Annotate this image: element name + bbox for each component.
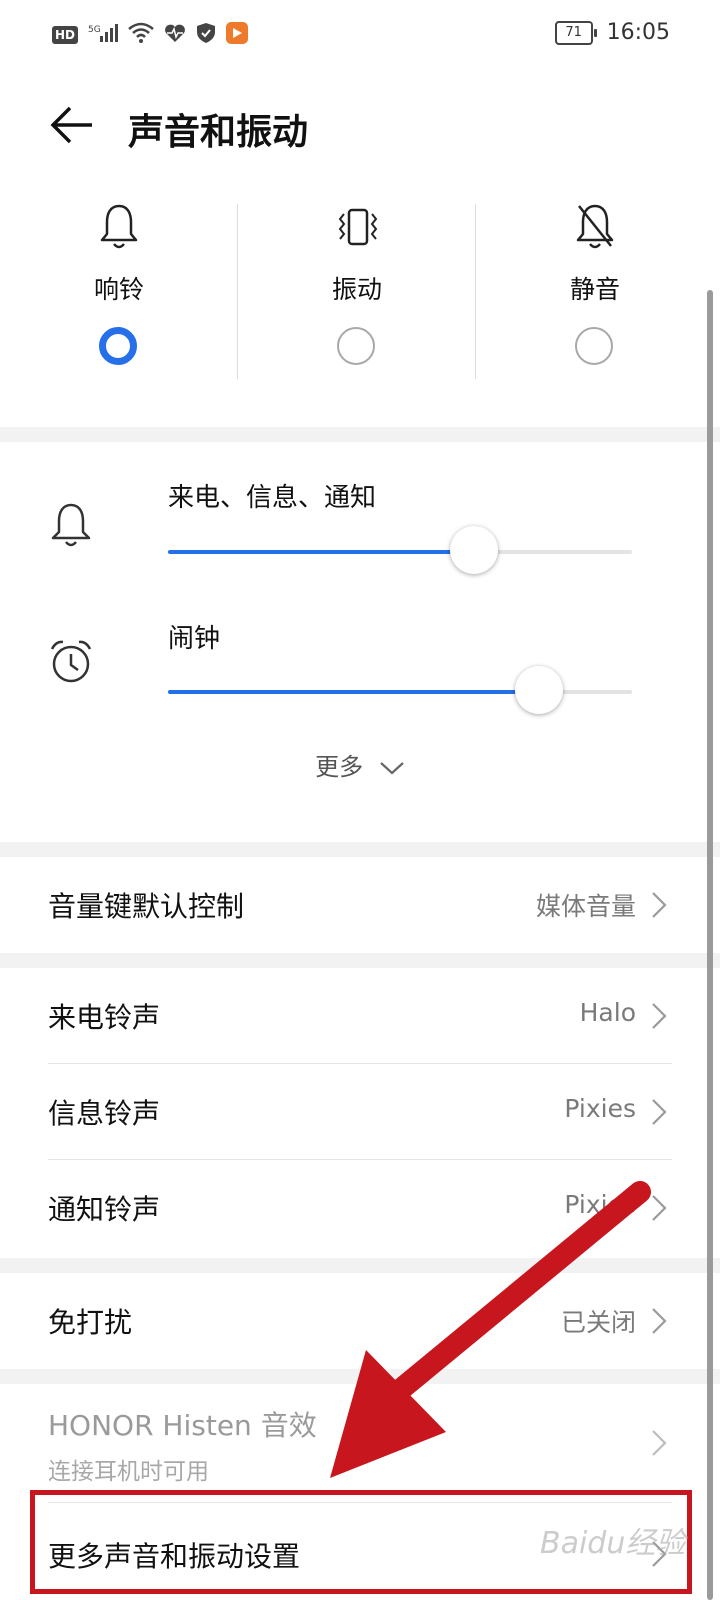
call-ringtone-row[interactable]: 来电铃声 Halo (48, 968, 672, 1062)
mode-silent-label: 静音 (569, 275, 620, 304)
clock: 16:05 (606, 20, 670, 45)
status-bar: HD 5G 71 16:05 (0, 0, 720, 72)
ringtones-section: 来电铃声 Halo 信息铃声 Pixies 通知铃声 Pixies (0, 968, 720, 1258)
chevron-right-icon (652, 892, 667, 918)
radio-vibrate[interactable] (337, 327, 375, 365)
histen-row: HONOR Histen 音效 连接耳机时可用 (48, 1384, 672, 1502)
radio-ring-selected[interactable] (99, 327, 137, 365)
dnd-section: 免打扰 已关闭 (0, 1273, 720, 1369)
bell-icon (100, 204, 138, 249)
calls-volume-slider[interactable] (168, 526, 632, 574)
status-icons-right: 71 16:05 (554, 20, 670, 45)
dnd-value: 已关闭 (560, 1308, 636, 1337)
notification-ringtone-value: Pixies (564, 1190, 636, 1219)
battery-icon: 71 (554, 20, 597, 45)
scrollbar[interactable] (707, 290, 713, 1600)
mode-ring-label: 响铃 (93, 275, 144, 304)
5g-signal-icon: 5G (88, 22, 119, 48)
page-title: 声音和振动 (128, 112, 309, 153)
health-icon (164, 23, 186, 47)
more-volume-button[interactable]: 更多 (0, 747, 720, 782)
message-ringtone-value: Pixies (564, 1094, 636, 1123)
bell-icon (51, 503, 91, 547)
chevron-down-icon (380, 762, 404, 775)
radio-silent[interactable] (575, 327, 613, 365)
alarm-clock-icon (50, 640, 92, 683)
volume-key-row[interactable]: 音量键默认控制 媒体音量 (48, 857, 672, 951)
volume-key-label: 音量键默认控制 (48, 890, 245, 923)
volume-key-section: 音量键默认控制 媒体音量 (0, 857, 720, 953)
notification-ringtone-row[interactable]: 通知铃声 Pixies (48, 1160, 672, 1254)
message-ringtone-row[interactable]: 信息铃声 Pixies (48, 1064, 672, 1158)
watermark: Baidu经验 (540, 1526, 686, 1561)
mode-silent[interactable]: 静音 (476, 192, 714, 427)
call-ringtone-value: Halo (579, 998, 636, 1027)
histen-label: HONOR Histen 音效 (48, 1409, 317, 1442)
calls-volume-label: 来电、信息、通知 (168, 483, 377, 513)
status-icons-left: HD 5G (52, 22, 249, 48)
dnd-row[interactable]: 免打扰 已关闭 (48, 1273, 672, 1367)
histen-sublabel: 连接耳机时可用 (48, 1459, 209, 1485)
chevron-right-icon (652, 1003, 667, 1029)
hd-icon: HD (52, 26, 79, 44)
chevron-right-icon (652, 1308, 667, 1334)
alarm-volume-slider[interactable] (168, 666, 632, 714)
app-notification-icon (226, 22, 249, 48)
alarm-volume-thumb[interactable] (515, 666, 564, 714)
notification-ringtone-label: 通知铃声 (48, 1193, 161, 1226)
calls-volume-fill (168, 550, 475, 554)
wifi-icon (128, 22, 154, 48)
app-header (0, 72, 720, 192)
alarm-volume-label: 闹钟 (168, 624, 221, 654)
mode-vibrate[interactable]: 振动 (238, 192, 476, 427)
back-arrow-icon (50, 106, 92, 144)
chevron-right-icon (652, 1430, 667, 1456)
call-ringtone-label: 来电铃声 (48, 1001, 161, 1034)
volume-section: 来电、信息、通知 闹钟 更多 (0, 442, 720, 842)
back-button[interactable] (48, 100, 98, 150)
mode-vibrate-label: 振动 (331, 275, 382, 304)
more-volume-label: 更多 (315, 753, 364, 781)
calls-volume-thumb[interactable] (450, 526, 499, 574)
chevron-right-icon (652, 1099, 667, 1125)
message-ringtone-label: 信息铃声 (48, 1097, 161, 1130)
sound-mode-selector: 响铃 振动 静音 (0, 192, 720, 427)
battery-level: 71 (565, 24, 582, 40)
alarm-volume-fill (168, 690, 540, 694)
svg-text:5G: 5G (88, 25, 101, 35)
dnd-label: 免打扰 (48, 1306, 133, 1339)
volume-key-value: 媒体音量 (535, 892, 636, 921)
shield-icon (196, 22, 216, 48)
mode-ring[interactable]: 响铃 (0, 192, 238, 427)
vibrate-icon (338, 208, 378, 246)
chevron-right-icon (652, 1195, 667, 1221)
bell-off-icon (576, 204, 614, 249)
